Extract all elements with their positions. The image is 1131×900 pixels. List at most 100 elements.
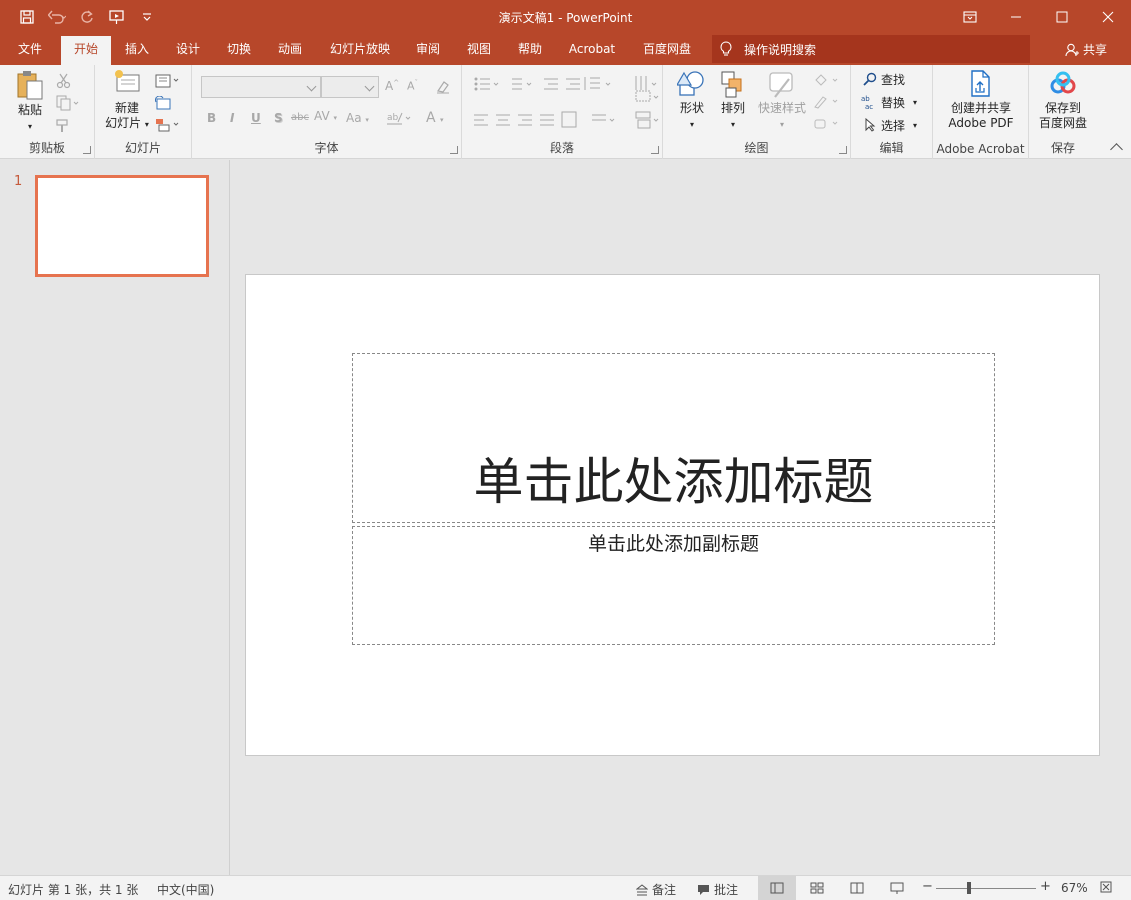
bold-icon[interactable]: B <box>207 111 216 125</box>
zoom-in-button[interactable]: + <box>1040 879 1051 894</box>
cut-icon[interactable] <box>56 71 72 91</box>
save-group-label: 保存 <box>1050 141 1075 155</box>
font-size-combo[interactable] <box>321 76 379 98</box>
slides-group-label: 幻灯片 <box>124 141 161 155</box>
comments-button[interactable]: 批注 <box>697 881 738 898</box>
clear-formatting-icon[interactable] <box>435 77 451 97</box>
change-case-icon[interactable]: Aa ▾ <box>346 111 369 125</box>
tab-help[interactable]: 帮助 <box>509 33 551 65</box>
group-save: 保存到 百度网盘 保存 <box>1029 65 1097 159</box>
slideshow-view-icon[interactable] <box>878 876 916 900</box>
drawing-launcher-icon[interactable] <box>839 146 847 154</box>
svg-text:ac: ac <box>865 103 873 110</box>
section-icon[interactable] <box>155 115 181 135</box>
shapes-button[interactable]: 形状 ▾ <box>673 69 711 132</box>
subtitle-placeholder-text: 单击此处添加副标题 <box>587 533 759 555</box>
maximize-icon[interactable] <box>1039 0 1085 33</box>
font-color-icon[interactable]: A ▾ <box>426 110 444 126</box>
language-indicator[interactable]: 中文(中国) <box>157 881 214 898</box>
zoom-slider-track[interactable] <box>936 888 1036 889</box>
highlight-icon[interactable]: ab <box>386 108 412 128</box>
notes-icon <box>636 883 648 895</box>
font-launcher-icon[interactable] <box>450 146 458 154</box>
ribbon-display-options-icon[interactable] <box>947 0 993 33</box>
tab-slideshow[interactable]: 幻灯片放映 <box>322 33 398 65</box>
clipboard-launcher-icon[interactable] <box>83 146 91 154</box>
reset-slide-icon[interactable] <box>155 93 171 113</box>
title-placeholder[interactable]: 单击此处添加标题 <box>352 353 995 523</box>
tab-home[interactable]: 开始 <box>61 36 111 65</box>
notes-label: 备注 <box>652 883 677 897</box>
comment-icon <box>698 884 709 895</box>
slide-sorter-view-icon[interactable] <box>798 876 836 900</box>
shape-fill-icon[interactable] <box>813 71 841 91</box>
tab-acrobat[interactable]: Acrobat <box>561 33 623 65</box>
zoom-out-button[interactable]: − <box>922 879 933 894</box>
paragraph-tools-icon[interactable] <box>472 75 662 145</box>
share-button[interactable]: 共享 <box>1065 41 1107 58</box>
create-pdf-label-2: Adobe PDF <box>948 116 1014 130</box>
quick-styles-button[interactable]: 快速样式 ▾ <box>754 69 810 132</box>
shape-effects-icon[interactable] <box>813 114 841 134</box>
create-share-pdf-button[interactable]: 创建并共享 Adobe PDF <box>941 69 1021 131</box>
replace-button[interactable]: ab ac 替换 ▾ <box>861 92 917 112</box>
paste-label: 粘贴 <box>17 103 42 117</box>
tab-review[interactable]: 审阅 <box>407 33 449 65</box>
format-painter-icon[interactable] <box>56 115 72 135</box>
zoom-slider-thumb[interactable] <box>967 882 971 894</box>
tab-baidu-netdisk[interactable]: 百度网盘 <box>636 33 698 65</box>
window-controls <box>947 0 1131 33</box>
arrange-button[interactable]: 排列 ▾ <box>714 69 752 132</box>
underline-icon[interactable]: U <box>251 111 261 125</box>
italic-icon[interactable]: I <box>230 111 234 125</box>
group-drawing: 形状 ▾ 排列 ▾ 快速样式 ▾ 绘图 <box>663 65 851 159</box>
group-editing: 查找 ab ac 替换 ▾ 选择 ▾ 编辑 <box>851 65 933 159</box>
normal-view-icon[interactable] <box>758 876 796 900</box>
quick-styles-icon <box>769 72 793 98</box>
new-slide-button[interactable]: 新建 幻灯片 ▾ <box>103 69 151 132</box>
paragraph-launcher-icon[interactable] <box>651 146 659 154</box>
notes-button[interactable]: 备注 <box>636 881 676 898</box>
drawing-group-label: 绘图 <box>744 141 769 155</box>
character-spacing-icon[interactable]: AV ▾ <box>314 109 337 123</box>
shape-outline-icon[interactable] <box>813 92 841 112</box>
copy-icon[interactable] <box>56 93 80 113</box>
strikethrough-icon[interactable]: abc <box>291 112 309 123</box>
tab-transitions[interactable]: 切换 <box>218 33 260 65</box>
decrease-font-size-icon[interactable]: Aˇ <box>407 79 418 93</box>
tab-design[interactable]: 设计 <box>167 33 209 65</box>
clipboard-group-label: 剪贴板 <box>28 141 65 155</box>
slide-number: 1 <box>14 174 23 189</box>
layout-icon[interactable] <box>155 71 181 91</box>
status-bar: 幻灯片 第 1 张，共 1 张 中文(中国) 备注 批注 − + 67% <box>0 875 1131 900</box>
fit-to-window-icon[interactable] <box>1100 881 1112 893</box>
slide-thumbnail-pane: 1 <box>0 160 230 875</box>
save-to-baidu-button[interactable]: 保存到 百度网盘 <box>1035 69 1091 131</box>
select-button[interactable]: 选择 ▾ <box>863 115 917 135</box>
subtitle-placeholder[interactable]: 单击此处添加副标题 <box>352 526 995 645</box>
text-shadow-icon[interactable]: S <box>274 111 283 125</box>
reading-view-icon[interactable] <box>838 876 876 900</box>
save-to-label-2: 百度网盘 <box>1038 116 1087 130</box>
tab-view[interactable]: 视图 <box>458 33 500 65</box>
find-button[interactable]: 查找 <box>863 69 905 89</box>
close-icon[interactable] <box>1085 0 1131 33</box>
paste-button[interactable]: 粘贴 ▾ <box>10 69 50 134</box>
slide-canvas[interactable]: 单击此处添加标题 单击此处添加副标题 <box>245 274 1100 756</box>
tab-animations[interactable]: 动画 <box>269 33 311 65</box>
new-slide-icon <box>115 70 140 92</box>
zoom-level[interactable]: 67% <box>1061 881 1088 895</box>
minimize-icon[interactable] <box>993 0 1039 33</box>
slide-thumbnail[interactable] <box>35 175 209 277</box>
ribbon-tabs: 文件 开始 插入 设计 切换 动画 幻灯片放映 审阅 视图 帮助 Acrobat… <box>0 33 1131 65</box>
font-name-combo[interactable] <box>201 76 321 98</box>
tab-insert[interactable]: 插入 <box>116 33 158 65</box>
svg-text:ab: ab <box>387 113 399 123</box>
share-label: 共享 <box>1082 43 1107 57</box>
tab-file[interactable]: 文件 <box>6 33 54 65</box>
collapse-ribbon-icon[interactable] <box>1110 143 1123 156</box>
tell-me-search[interactable]: 操作说明搜索 <box>712 35 1030 63</box>
increase-font-size-icon[interactable]: A^ <box>385 79 399 93</box>
font-color-label: A <box>426 110 436 126</box>
shapes-icon <box>677 71 704 96</box>
